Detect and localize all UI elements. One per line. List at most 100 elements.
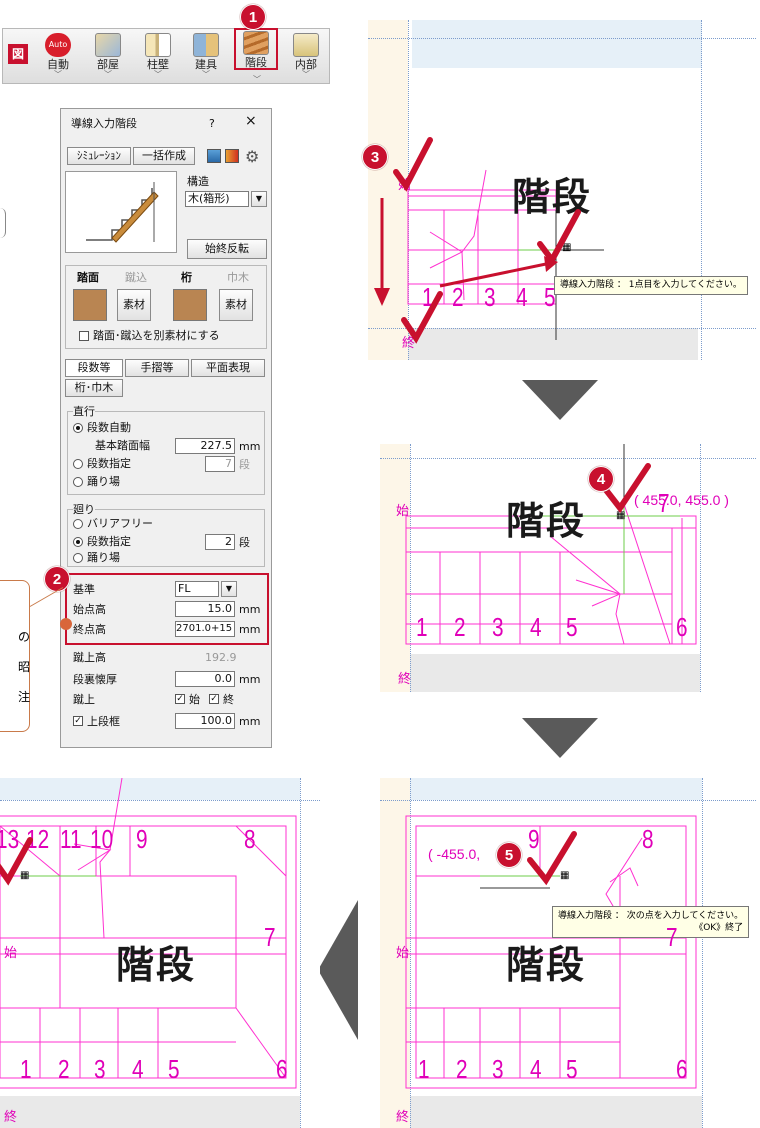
annotation-arrows: [374, 137, 581, 344]
turn-specify-radio[interactable]: [73, 537, 83, 547]
toolbar-label: 階段: [245, 56, 267, 69]
base-width-unit: mm: [239, 440, 261, 453]
straight-count-input[interactable]: 7: [205, 456, 235, 472]
step-badge-4: 4: [588, 466, 614, 492]
toolbar-button-room[interactable]: 部屋 ﹀: [86, 30, 130, 84]
turn-landing-label: 踊り場: [87, 551, 120, 564]
straight-count-unit: 段: [239, 458, 250, 471]
chevron-down-icon: ﹀: [54, 70, 62, 79]
separate-material-checkbox[interactable]: [79, 331, 89, 341]
auto-icon: Auto: [45, 33, 71, 57]
back-thickness-unit: mm: [239, 673, 261, 686]
turn-landing-radio[interactable]: [73, 553, 83, 563]
tab-simulation[interactable]: ｼﾐｭﾚｰｼｮﾝ: [67, 147, 131, 165]
stairs-preview-icon: [86, 182, 159, 243]
riser-end-label: 終: [223, 693, 234, 706]
close-button[interactable]: ×: [245, 114, 257, 128]
callout-box: [0, 580, 30, 732]
chevron-down-icon: ﹀: [202, 70, 210, 79]
riser-check-label: 蹴上: [73, 693, 95, 706]
structure-select[interactable]: 木(箱形): [185, 191, 249, 207]
tab-bulk-create[interactable]: 一括作成: [133, 147, 195, 165]
room-icon: [95, 33, 121, 57]
canvas-panel-3[interactable]: ( -455.0, ▦ 導線入力階段 ： 次の点を入力してください。 《OK》終…: [380, 778, 756, 1128]
tab-plan-view[interactable]: 平面表現: [191, 359, 265, 377]
back-thickness-input[interactable]: 0.0: [175, 671, 235, 687]
straight-landing-label: 踊り場: [87, 475, 120, 488]
auto-steps-label: 段数自動: [87, 421, 131, 434]
baseboard-material-button[interactable]: 素材: [219, 289, 253, 321]
toolbar-button-stairs[interactable]: 階段: [234, 28, 278, 70]
barrier-free-radio[interactable]: [73, 519, 83, 529]
turn-specify-label: 段数指定: [87, 535, 131, 548]
dialog-title: 導線入力階段: [71, 117, 137, 130]
wall-icon: [145, 33, 171, 57]
start-height-label: 始点高: [73, 603, 106, 616]
stairs-preview: [65, 171, 177, 253]
chevron-down-icon: ﹀: [104, 70, 112, 79]
canvas-panel-1[interactable]: 始 終 階段 1 2 3 4 5 導線入力階段 ： 1点目を入力してください。 …: [368, 20, 756, 360]
flow-arrow-down-2: [522, 718, 598, 758]
baseboard-label: 巾木: [227, 271, 249, 284]
start-height-unit: mm: [239, 603, 261, 616]
straight-landing-radio[interactable]: [73, 477, 83, 487]
base-select[interactable]: FL: [175, 581, 219, 597]
top-frame-input[interactable]: 100.0: [175, 713, 235, 729]
stairs-dialog: 導線入力階段 ? × ｼﾐｭﾚｰｼｮﾝ 一括作成 ⚙ 構造 木(箱形) ▼ 始終…: [60, 108, 272, 748]
callout-dot: [60, 618, 72, 630]
base-width-input[interactable]: 227.5: [175, 438, 235, 454]
top-frame-checkbox[interactable]: ✓: [73, 716, 83, 726]
help-button[interactable]: ?: [209, 117, 215, 130]
toolbar-button-column-wall[interactable]: 柱壁 ﹀: [136, 30, 180, 84]
stringer-swatch[interactable]: [173, 289, 207, 321]
riser-end-checkbox[interactable]: ✓: [209, 694, 219, 704]
chevron-down-icon[interactable]: ▼: [251, 191, 267, 207]
tab-stringer[interactable]: 桁･巾木: [65, 379, 123, 397]
flow-arrow-down-1: [522, 380, 598, 420]
auto-steps-radio[interactable]: [73, 423, 83, 433]
start-height-input[interactable]: 15.0: [175, 601, 235, 617]
separate-material-label: 踏面･蹴込を別素材にする: [93, 329, 220, 342]
specify-steps-radio[interactable]: [73, 459, 83, 469]
turn-count-unit: 段: [239, 536, 250, 549]
chevron-down-icon: ﹀: [302, 70, 310, 79]
top-frame-unit: mm: [239, 715, 261, 728]
turn-count-input[interactable]: 2: [205, 534, 235, 550]
chevron-down-icon: ﹀: [154, 70, 162, 79]
step-badge-5: 5: [496, 842, 522, 868]
check-icon: [527, 831, 577, 886]
base-width-label: 基本踏面幅: [95, 439, 150, 452]
riser-label: 蹴込: [125, 271, 147, 284]
tab-steps[interactable]: 段数等: [65, 359, 123, 377]
interior-icon: [293, 33, 319, 57]
tread-swatch[interactable]: [73, 289, 107, 321]
riser-start-checkbox[interactable]: ✓: [175, 694, 185, 704]
gear-icon[interactable]: ⚙: [245, 147, 259, 166]
color-icon[interactable]: [225, 149, 239, 163]
callout-text-2: 昭: [18, 660, 31, 674]
callout-text-3: 注: [18, 690, 31, 704]
specify-steps-label: 段数指定: [87, 457, 131, 470]
callout-pointer: [29, 587, 64, 607]
riser-material-button[interactable]: 素材: [117, 289, 151, 321]
toolbar-button-interior[interactable]: 内部 ﹀: [284, 30, 328, 84]
structure-label: 構造: [187, 175, 209, 188]
reverse-button[interactable]: 始終反転: [187, 239, 267, 259]
chevron-down-icon[interactable]: ▼: [221, 581, 237, 597]
barrier-free-label: バリアフリー: [87, 517, 153, 530]
toolbar-button-fittings[interactable]: 建具 ﹀: [184, 30, 228, 84]
step-badge-3: 3: [362, 144, 388, 170]
riser-height-value: 192.9: [205, 651, 237, 664]
toolbar-button-zu[interactable]: 図: [8, 44, 28, 64]
canvas-panel-4[interactable]: 始 終 階段 ▦ 1 2 3 4 5 6 7 8 9 10 11 12 13: [0, 778, 320, 1128]
canvas-panel-2[interactable]: 始 終 階段 ( 455.0, 455.0 ) ▦ 1 2 3 4 5 6 7: [380, 444, 756, 692]
toolbar-button-auto[interactable]: Auto 自動 ﹀: [36, 30, 80, 84]
tab-handrail[interactable]: 手摺等: [125, 359, 189, 377]
view-icon[interactable]: [207, 149, 221, 163]
riser-start-label: 始: [189, 693, 200, 706]
top-frame-label: 上段框: [87, 715, 120, 728]
end-height-input[interactable]: 2701.0+15: [175, 621, 235, 637]
stairs-icon: [243, 31, 269, 55]
screen: 図 Auto 自動 ﹀ 部屋 ﹀ 柱壁 ﹀ 建具 ﹀ 階段 ﹀ 内部 ﹀ 1 導線入力階段…: [0, 0, 760, 1128]
callout-text-1: の: [18, 630, 31, 644]
